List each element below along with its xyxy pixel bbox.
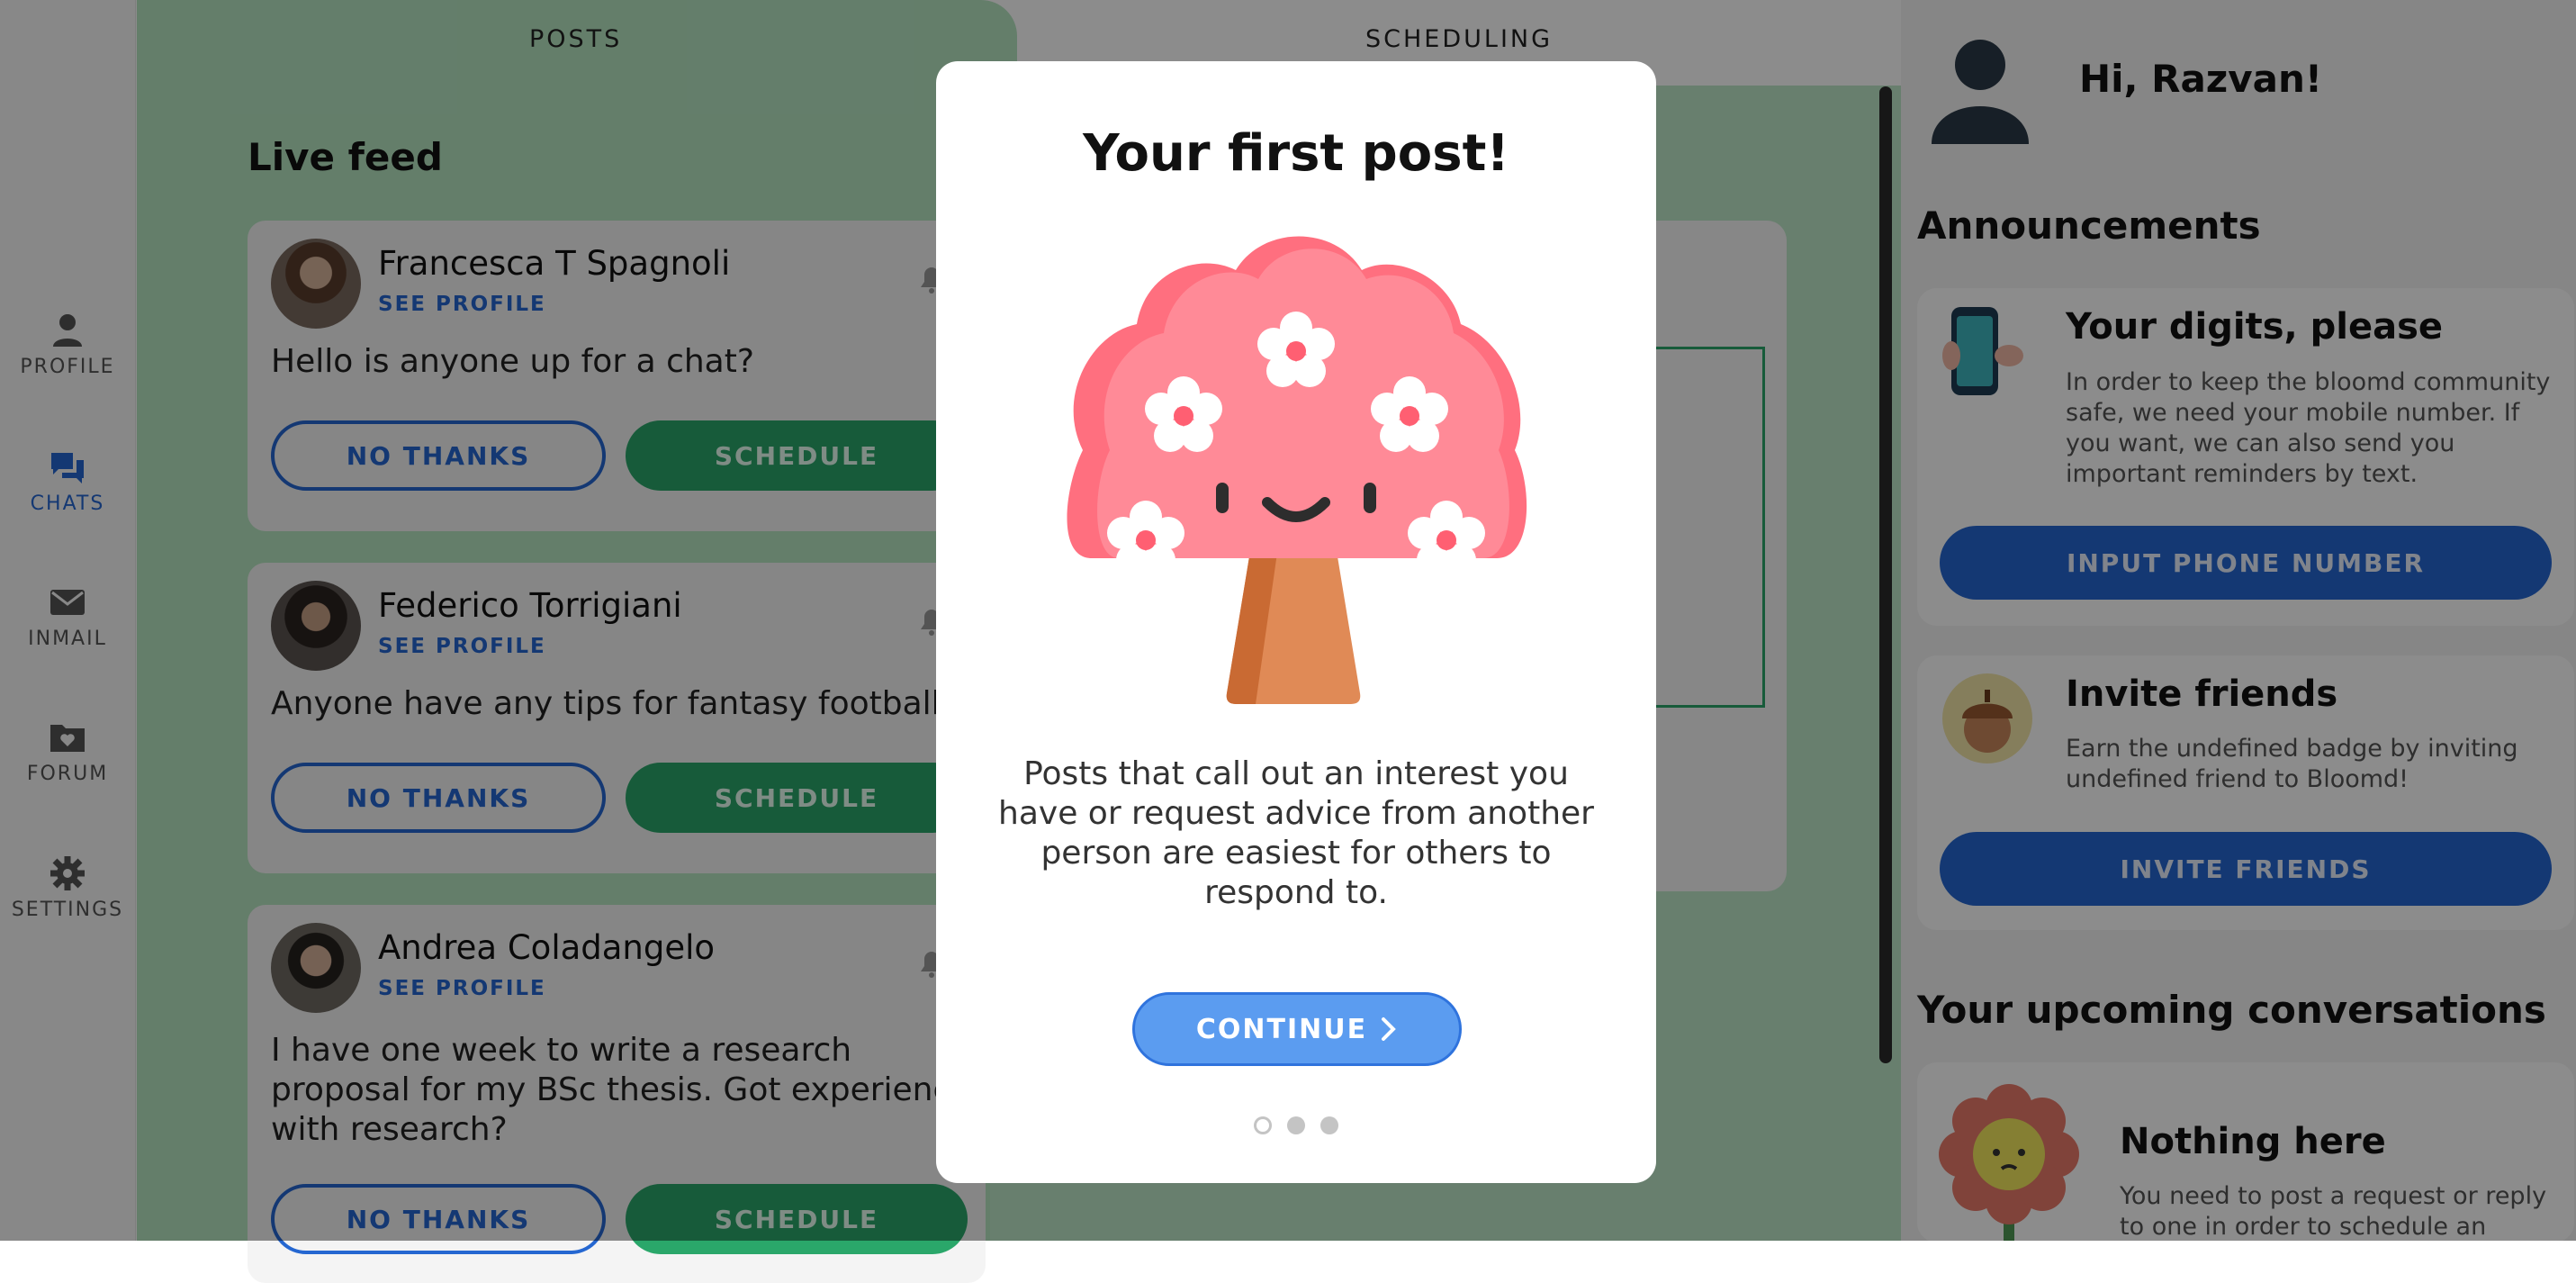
continue-label: CONTINUE [1195,1013,1368,1045]
modal-body-text: Posts that call out an interest you have… [998,755,1594,911]
chevron-right-icon [1382,1017,1396,1041]
onboarding-modal: Your first post! Posts that call out an … [936,61,1656,1183]
page-indicator-dot[interactable] [1287,1116,1305,1134]
blossom-tree-illustration [1067,236,1527,704]
page-indicator-dot[interactable] [1320,1116,1338,1134]
page-indicator-dot[interactable] [1254,1116,1272,1134]
continue-button[interactable]: CONTINUE [1132,992,1462,1066]
modal-title: Your first post! [1083,124,1509,183]
